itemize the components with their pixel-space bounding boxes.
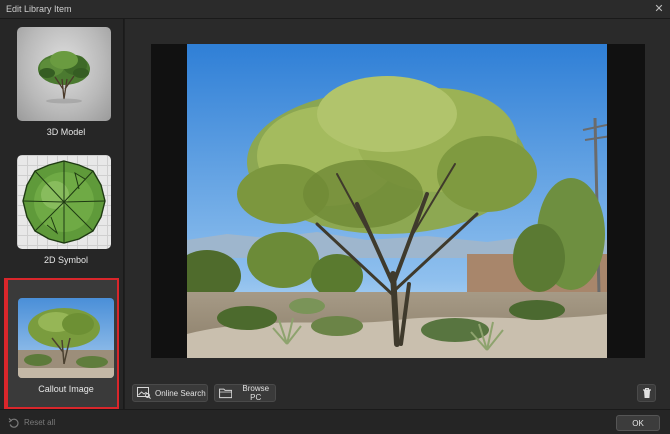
title-bar: Edit Library Item ✕ <box>0 0 670 19</box>
trash-icon <box>643 388 651 398</box>
sidebar-item-callout-image[interactable]: Callout Image <box>4 278 119 409</box>
online-search-button[interactable]: Online Search <box>132 384 208 402</box>
browse-pc-button[interactable]: Browse PC <box>214 384 276 402</box>
tree-model-icon <box>17 27 111 121</box>
callout-image-preview <box>187 44 607 358</box>
ok-button[interactable]: OK <box>616 415 660 431</box>
folder-icon <box>219 388 233 399</box>
reset-icon <box>8 417 19 428</box>
image-preview <box>151 44 645 358</box>
reset-all-label: Reset all <box>24 418 56 427</box>
close-icon[interactable]: ✕ <box>652 2 666 16</box>
window-title: Edit Library Item <box>6 4 72 14</box>
tree-symbol-icon <box>17 155 111 249</box>
browse-pc-label: Browse PC <box>242 384 270 402</box>
reset-all-button[interactable]: Reset all <box>8 415 55 430</box>
image-search-icon <box>137 387 151 399</box>
sidebar-item-3d-model[interactable]: 3D Model <box>4 27 119 147</box>
delete-image-button[interactable] <box>637 384 656 402</box>
dialog-footer: Reset all OK <box>0 409 670 434</box>
sidebar-item-label: 3D Model <box>46 127 86 137</box>
online-search-label: Online Search <box>155 388 206 398</box>
sidebar-item-label: 2D Symbol <box>43 255 88 265</box>
sidebar-item-2d-symbol[interactable]: 2D Symbol <box>4 155 119 275</box>
library-item-sidebar: 3D Model 2D Symbol Callout Image <box>0 19 124 409</box>
callout-image-thumbnail <box>18 298 114 378</box>
preview-panel: Online Search Browse PC <box>125 19 670 409</box>
sidebar-item-label: Callout Image <box>38 384 94 394</box>
